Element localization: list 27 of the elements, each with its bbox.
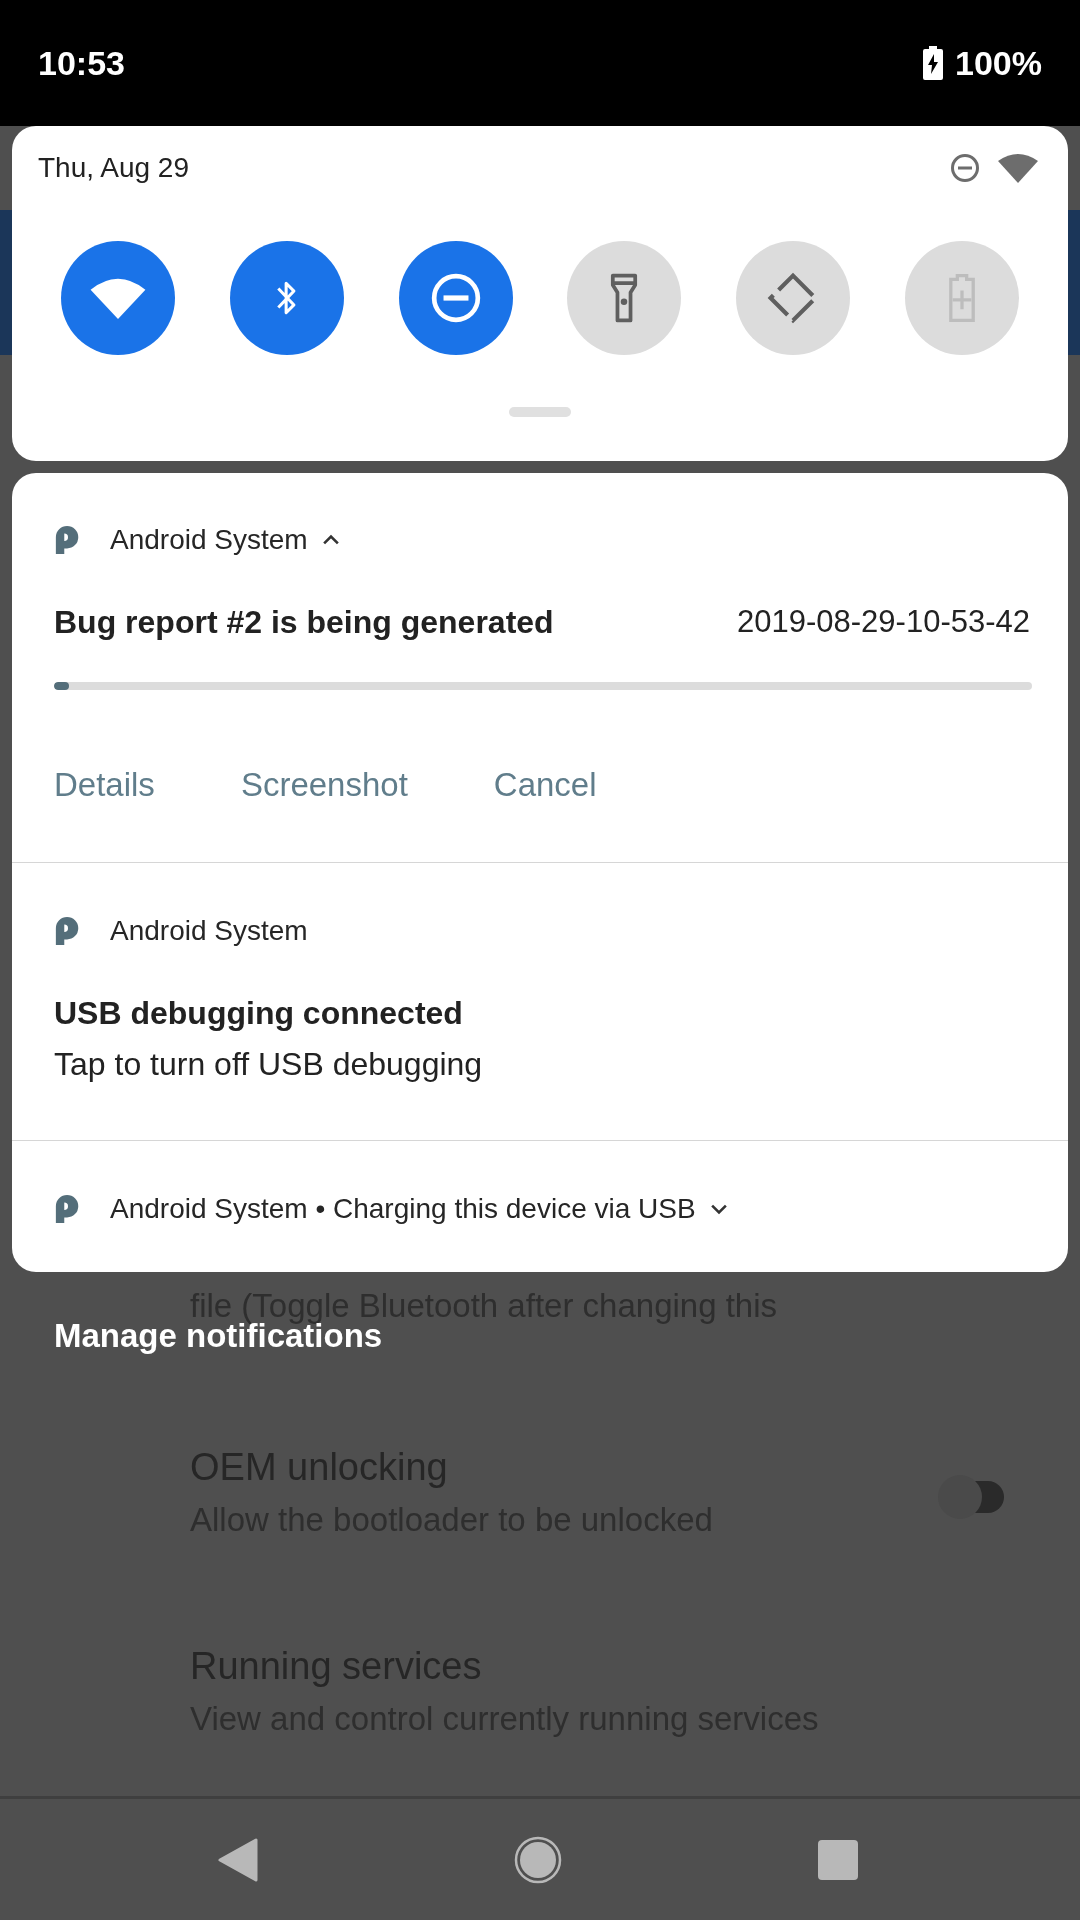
manage-notifications-link[interactable]: Manage notifications bbox=[54, 1317, 383, 1355]
battery-plus-icon bbox=[948, 273, 976, 323]
drag-handle[interactable] bbox=[509, 407, 571, 417]
notification-text: Tap to turn off USB debugging bbox=[54, 1045, 484, 1084]
notification-summary: Android System • Charging this device via USB bbox=[110, 1193, 696, 1225]
do-not-disturb-icon bbox=[950, 153, 980, 183]
wifi-icon bbox=[998, 153, 1038, 183]
notification-title: USB debugging connected bbox=[54, 994, 464, 1033]
notification-action[interactable]: Screenshot bbox=[228, 745, 420, 825]
home-icon[interactable] bbox=[514, 1835, 562, 1884]
clock-time: 10:53 bbox=[38, 43, 125, 83]
app-name: Android System bbox=[110, 915, 308, 947]
wifi-icon bbox=[90, 277, 146, 319]
notification-action[interactable]: Details bbox=[42, 745, 167, 825]
date-label: Thu, Aug 29 bbox=[38, 152, 189, 184]
recents-icon[interactable] bbox=[818, 1839, 858, 1880]
app-name: Android System bbox=[110, 524, 308, 556]
notification-timestamp: 2019-08-29-10-53-42 bbox=[737, 604, 1030, 640]
battery-charging-icon bbox=[923, 46, 944, 80]
do-not-disturb-icon bbox=[429, 272, 482, 324]
chevron-icon[interactable] bbox=[321, 534, 340, 546]
back-icon[interactable] bbox=[218, 1837, 258, 1882]
chevron-icon[interactable] bbox=[709, 1203, 728, 1215]
battery-percent: 100% bbox=[955, 43, 1042, 83]
notification-action[interactable]: Cancel bbox=[481, 745, 609, 825]
flashlight-icon bbox=[610, 273, 639, 323]
notification-title: Bug report #2 is being generated bbox=[54, 603, 554, 642]
